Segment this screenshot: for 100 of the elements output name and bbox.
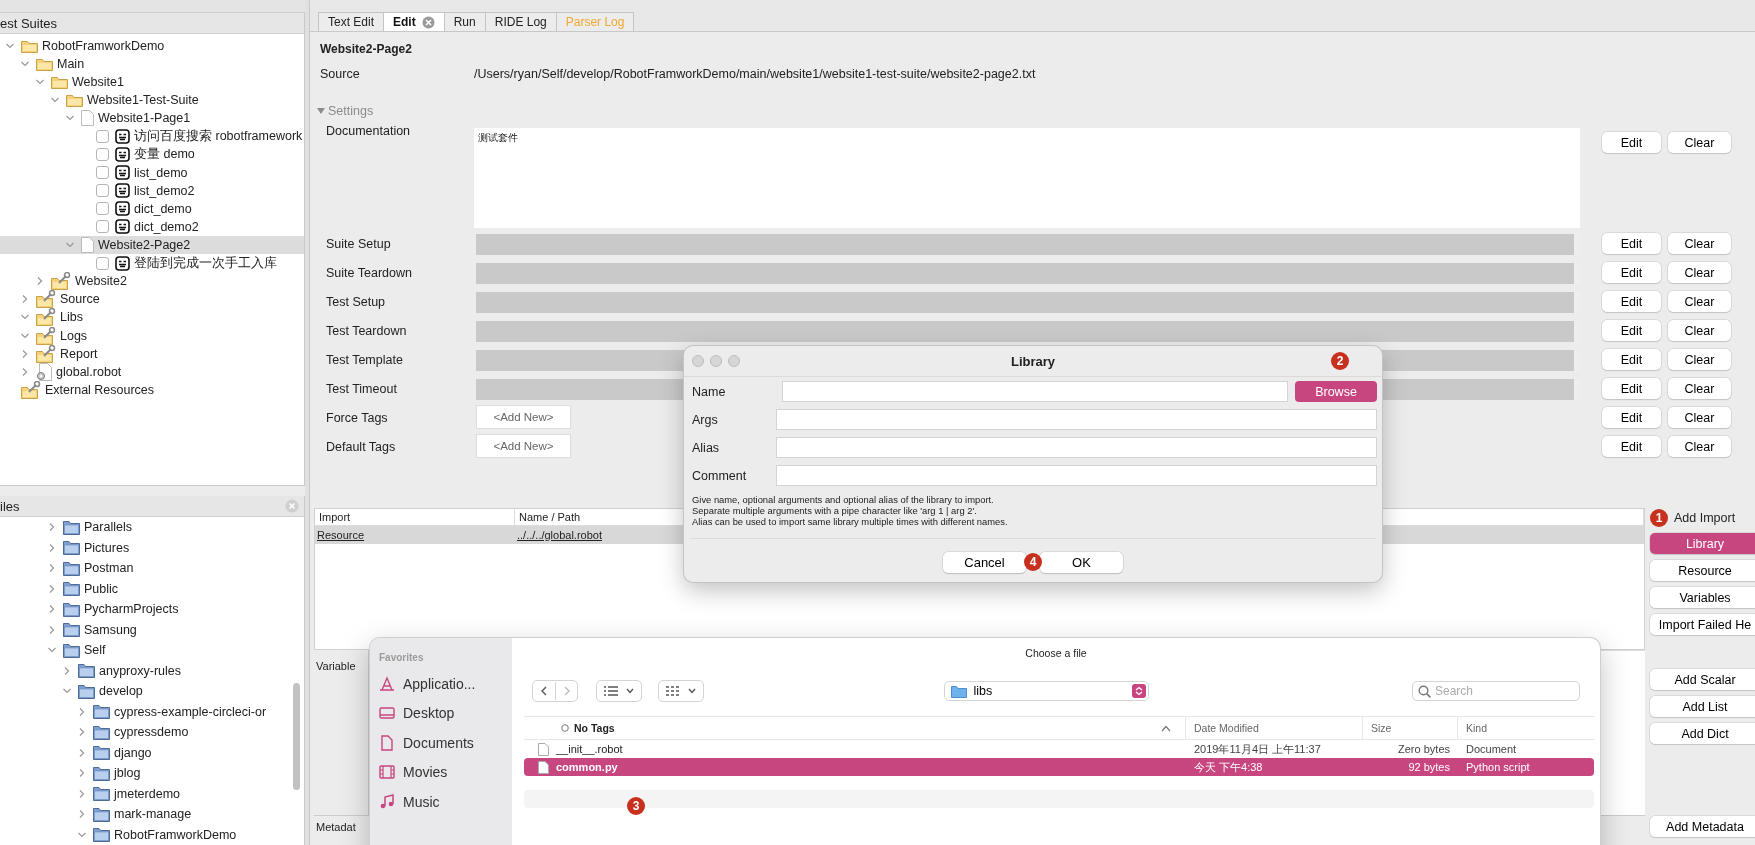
checkbox[interactable] bbox=[96, 220, 109, 234]
add-tag-button[interactable]: <Add New> bbox=[476, 434, 571, 458]
test-case-item[interactable]: dict_demo2 bbox=[0, 217, 304, 237]
tree-item[interactable]: jmeterdemo bbox=[0, 783, 304, 804]
clear-button[interactable]: Clear bbox=[1668, 262, 1731, 283]
clear-button[interactable]: Clear bbox=[1668, 378, 1731, 399]
edit-button[interactable]: Edit bbox=[1602, 262, 1661, 283]
tree-item[interactable]: Libs bbox=[0, 308, 304, 327]
tree-item[interactable]: Website1 bbox=[0, 73, 304, 92]
tree-item[interactable]: Public bbox=[0, 578, 304, 599]
action-button[interactable]: Library bbox=[1650, 533, 1755, 554]
sidebar-item[interactable]: Movies bbox=[379, 757, 512, 787]
tab[interactable]: Edit bbox=[383, 12, 445, 31]
clear-button[interactable]: Clear bbox=[1668, 436, 1731, 457]
edit-button[interactable]: Edit bbox=[1602, 407, 1661, 428]
action-button[interactable]: Resource bbox=[1650, 560, 1755, 581]
sidebar-item[interactable]: Documents bbox=[379, 728, 512, 758]
clear-button[interactable]: Clear bbox=[1668, 132, 1731, 153]
checkbox[interactable] bbox=[96, 148, 109, 162]
tab[interactable]: RIDE Log bbox=[484, 12, 557, 31]
edit-button[interactable]: Edit bbox=[1602, 349, 1661, 370]
tree-item[interactable]: django bbox=[0, 742, 304, 763]
grid-view-button[interactable] bbox=[658, 680, 704, 702]
test-case-item[interactable]: dict_demo bbox=[0, 199, 304, 218]
test-case-item[interactable]: list_demo bbox=[0, 163, 304, 182]
edit-button[interactable]: Edit bbox=[1602, 233, 1661, 254]
checkbox[interactable] bbox=[96, 256, 109, 270]
sidebar-item[interactable]: Desktop bbox=[379, 698, 512, 728]
dialog-button[interactable]: OK bbox=[1040, 552, 1123, 573]
clear-button[interactable]: Clear bbox=[1668, 291, 1731, 312]
tree-item[interactable]: Report bbox=[0, 344, 304, 363]
tree-item[interactable]: Pictures bbox=[0, 537, 304, 558]
clear-button[interactable]: Clear bbox=[1668, 349, 1731, 370]
input-field[interactable] bbox=[776, 437, 1377, 458]
window-controls-icon[interactable] bbox=[692, 355, 742, 367]
tree-item[interactable]: Postman bbox=[0, 558, 304, 579]
clear-button[interactable]: Clear bbox=[1668, 233, 1731, 254]
browse-button[interactable]: Browse bbox=[1295, 381, 1377, 402]
tree-item[interactable]: develop bbox=[0, 681, 304, 702]
input-field[interactable] bbox=[782, 381, 1288, 402]
tree-item[interactable]: PycharmProjects bbox=[0, 599, 304, 620]
tree-item[interactable]: cypress-example-circleci-or bbox=[0, 701, 304, 722]
checkbox[interactable] bbox=[96, 202, 109, 216]
input-field[interactable] bbox=[776, 465, 1377, 486]
input-field[interactable] bbox=[776, 409, 1377, 430]
tree-item[interactable]: External Resources bbox=[0, 380, 304, 399]
tab[interactable]: Run bbox=[443, 12, 486, 31]
test-case-item[interactable]: 登陆到完成一次手工入库 bbox=[0, 254, 304, 273]
splitter[interactable] bbox=[305, 0, 310, 845]
action-button[interactable]: Add Scalar bbox=[1650, 669, 1755, 690]
scrollbar[interactable] bbox=[293, 683, 300, 790]
close-icon[interactable] bbox=[285, 499, 299, 513]
action-button[interactable]: Add List bbox=[1650, 696, 1755, 717]
checkbox[interactable] bbox=[96, 166, 109, 180]
tree-item[interactable]: Website1-Page1 bbox=[0, 109, 304, 128]
tree-item[interactable]: Source bbox=[0, 290, 304, 309]
tree-item[interactable]: Main bbox=[0, 55, 304, 74]
tree-item[interactable]: cypressdemo bbox=[0, 722, 304, 743]
dialog-button[interactable]: Cancel bbox=[943, 552, 1026, 573]
test-case-item[interactable]: 变量 demo bbox=[0, 145, 304, 164]
close-icon[interactable] bbox=[421, 15, 435, 29]
file-row[interactable]: common.py 今天 下午4:38 92 bytes Python script bbox=[524, 758, 1594, 776]
test-case-item[interactable]: list_demo2 bbox=[0, 181, 304, 200]
edit-button[interactable]: Edit bbox=[1602, 291, 1661, 312]
column-header[interactable]: Date Modified bbox=[1186, 717, 1363, 739]
search-field[interactable]: Search bbox=[1412, 681, 1580, 701]
file-row[interactable]: __init__.robot 2019年11月4日 上午11:37 Zero bytes Document bbox=[524, 740, 1594, 758]
tree-item[interactable]: Website2 bbox=[0, 272, 304, 291]
sidebar-item[interactable]: Applicatio... bbox=[379, 669, 512, 699]
edit-button[interactable]: Edit bbox=[1602, 436, 1661, 457]
tree-item[interactable]: global.robot bbox=[0, 362, 304, 381]
column-header[interactable]: Size bbox=[1363, 717, 1458, 739]
add-tag-button[interactable]: <Add New> bbox=[476, 405, 571, 429]
checkbox[interactable] bbox=[96, 130, 109, 143]
location-dropdown[interactable]: libs bbox=[943, 681, 1149, 701]
list-view-button[interactable] bbox=[596, 680, 642, 702]
tree-item[interactable]: jblog bbox=[0, 763, 304, 784]
edit-button[interactable]: Edit bbox=[1602, 132, 1661, 153]
tree-item[interactable]: RobotFramworkDemo bbox=[0, 824, 304, 845]
tree-item[interactable]: Samsung bbox=[0, 619, 304, 640]
tree-item[interactable]: Website1-Test-Suite bbox=[0, 91, 304, 110]
tree-item[interactable]: mark-manage bbox=[0, 804, 304, 825]
tree-item[interactable]: Parallels bbox=[0, 517, 304, 538]
tree-item[interactable]: anyproxy-rules bbox=[0, 660, 304, 681]
documentation-field[interactable]: 测试套件 bbox=[474, 128, 1580, 228]
tree-item[interactable]: Website2-Page2 bbox=[0, 236, 304, 255]
tree-item[interactable]: Self bbox=[0, 640, 304, 661]
sidebar-item[interactable]: Music bbox=[379, 787, 512, 817]
test-case-item[interactable]: 访问百度搜索 robotframework bbox=[0, 127, 304, 146]
action-button[interactable]: Import Failed He bbox=[1650, 614, 1755, 635]
action-button[interactable]: Add Dict bbox=[1650, 723, 1755, 744]
column-header[interactable]: No Tags bbox=[574, 722, 615, 734]
edit-button[interactable]: Edit bbox=[1602, 378, 1661, 399]
checkbox[interactable] bbox=[96, 184, 109, 198]
tree-item[interactable]: Logs bbox=[0, 326, 304, 345]
action-button[interactable]: Add Metadata bbox=[1650, 816, 1755, 837]
tab[interactable]: Text Edit bbox=[318, 12, 385, 31]
clear-button[interactable]: Clear bbox=[1668, 320, 1731, 341]
clear-button[interactable]: Clear bbox=[1668, 407, 1731, 428]
tree-item[interactable]: RobotFramworkDemo bbox=[0, 37, 304, 56]
